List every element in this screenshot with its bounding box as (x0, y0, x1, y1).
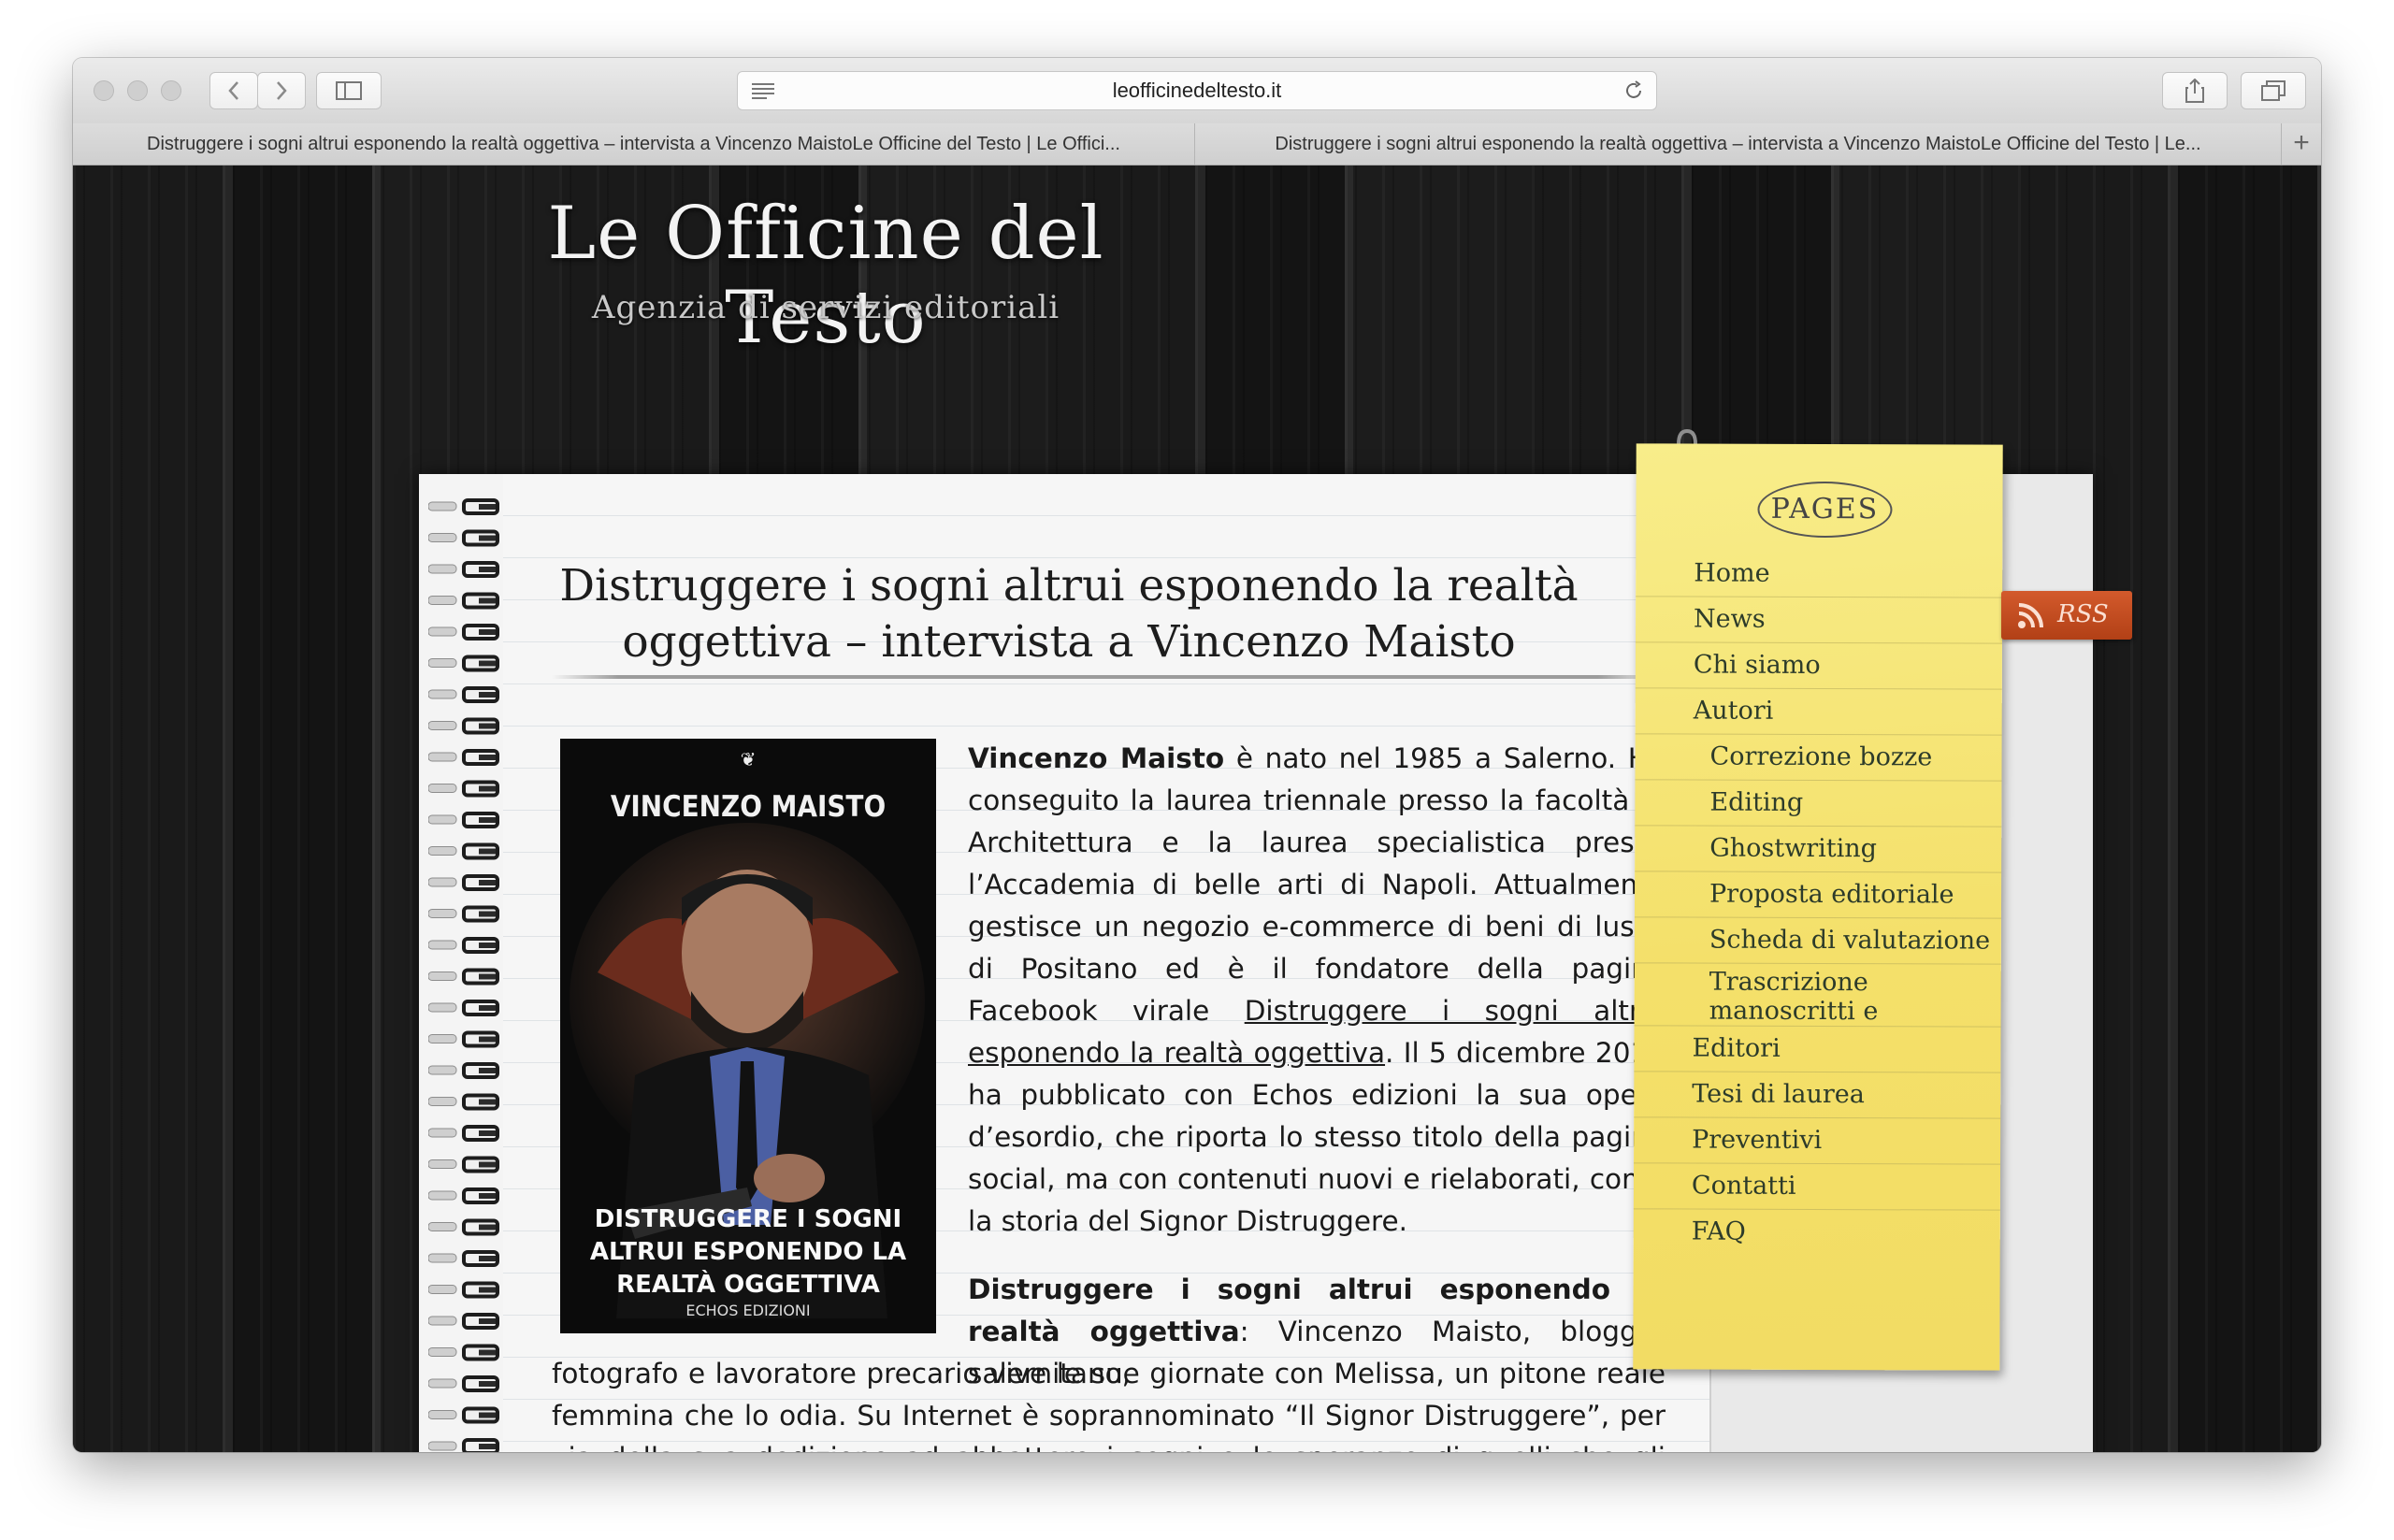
publisher-logo-icon: ❦ (740, 748, 757, 770)
rss-feed-button[interactable]: RSS (2001, 591, 2132, 640)
new-tab-button[interactable]: + (2282, 123, 2321, 165)
pages-header: PAGES (1757, 481, 1893, 539)
share-icon (2185, 79, 2204, 103)
rss-label: RSS (2057, 600, 2109, 628)
site-subtitle: Agenzia di servizi editoriali (591, 289, 1060, 326)
book-cover-image: ❦ VINCENZO MAISTO DISTRUGGERE I SOGNI AL… (560, 739, 936, 1333)
sidebar-toggle-button[interactable] (316, 72, 382, 109)
menu-item-autori[interactable]: Autori (1635, 688, 2002, 736)
zoom-window-button[interactable] (161, 80, 181, 101)
rss-icon (2018, 603, 2043, 628)
paragraph-1: Vincenzo Maisto è nato nel 1985 a Salern… (968, 738, 1666, 1243)
title-divider (552, 675, 1665, 679)
chevron-right-icon (277, 81, 287, 100)
pages-sticky-note: PAGES Home News Chi siamo Autori Correzi… (1633, 443, 2003, 1371)
menu-item-chi-siamo[interactable]: Chi siamo (1635, 642, 2002, 690)
cover-title: DISTRUGGERE I SOGNI ALTRUI ESPONENDO LA … (589, 1205, 907, 1299)
post-title: Distruggere i sogni altrui esponendo la … (559, 560, 1579, 668)
tab-1[interactable]: Distruggere i sogni altrui esponendo la … (73, 123, 1195, 165)
menu-item-scheda-valutazione[interactable]: Scheda di valutazione (1634, 917, 2001, 965)
menu-item-editori[interactable]: Editori (1634, 1026, 2001, 1073)
sidebar-icon (336, 81, 362, 100)
browser-toolbar: leofficinedeltesto.it (73, 58, 2321, 124)
forward-button[interactable] (257, 72, 306, 109)
url-text: leofficinedeltesto.it (1112, 79, 1282, 102)
menu-item-tesi-di-laurea[interactable]: Tesi di laurea (1634, 1072, 2001, 1119)
menu-item-correzione-bozze[interactable]: Correzione bozze (1635, 734, 2002, 782)
menu-item-editing[interactable]: Editing (1635, 780, 2002, 828)
cover-publisher: ECHOS EDIZIONI (685, 1302, 811, 1319)
author-name: Vincenzo Maisto (968, 742, 1225, 774)
browser-window: leofficinedeltesto.it Distruggere i sogn… (73, 58, 2321, 1452)
paragraph-1-text: è nato nel 1985 a Salerno. Ha conseguito… (968, 742, 1666, 1027)
address-bar[interactable]: leofficinedeltesto.it (737, 71, 1657, 110)
menu-item-faq[interactable]: FAQ (1634, 1209, 2000, 1255)
tab-2[interactable]: Distruggere i sogni altrui esponendo la … (1195, 123, 2282, 165)
share-button[interactable] (2162, 72, 2228, 109)
menu-item-news[interactable]: News (1635, 597, 2003, 644)
pages-menu: Home News Chi siamo Autori Correzione bo… (1633, 551, 2003, 1255)
tabs-icon (2261, 80, 2286, 101)
chevron-left-icon (228, 81, 238, 100)
menu-item-proposta-editoriale[interactable]: Proposta editoriale (1634, 871, 2002, 919)
back-button[interactable] (209, 72, 258, 109)
tabs-overview-button[interactable] (2241, 72, 2306, 109)
site-title[interactable]: Le Officine del Testo (489, 192, 1162, 360)
menu-item-home[interactable]: Home (1636, 551, 2003, 598)
tab-bar: Distruggere i sogni altrui esponendo la … (73, 123, 2321, 166)
close-window-button[interactable] (94, 80, 114, 101)
minimize-window-button[interactable] (127, 80, 148, 101)
cover-author: VINCENZO MAISTO (610, 790, 887, 824)
menu-item-contatti[interactable]: Contatti (1633, 1163, 2001, 1211)
spiral-binding-icon (428, 493, 512, 1452)
menu-item-preventivi[interactable]: Preventivi (1634, 1117, 2001, 1165)
web-page: Le Officine del Testo Agenzia di servizi… (73, 166, 2321, 1452)
menu-item-trascrizione[interactable]: Trascrizione manoscritti e sbobinatura (1634, 963, 2001, 1028)
reload-icon[interactable] (1622, 79, 1645, 102)
menu-item-ghostwriting[interactable]: Ghostwriting (1635, 826, 2002, 873)
paragraph-2-continued: fotografo e lavoratore precario vive le … (552, 1358, 1666, 1452)
